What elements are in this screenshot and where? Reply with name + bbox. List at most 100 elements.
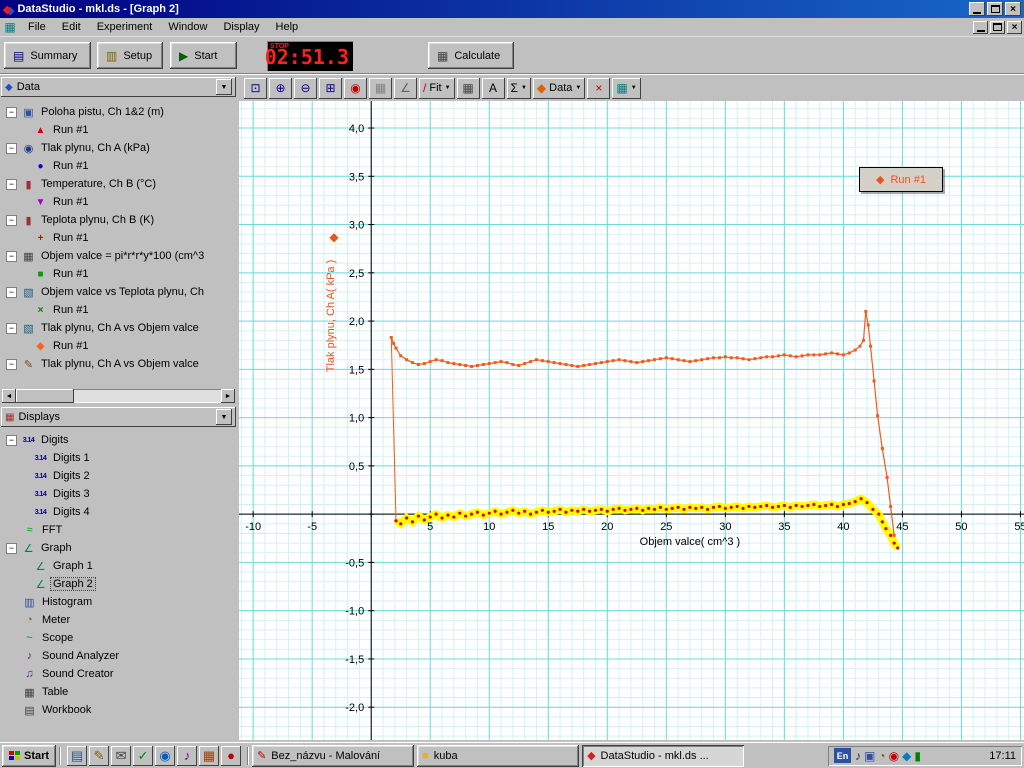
data-item-objem-valce-pi-r-r-y-100-cm-3[interactable]: −▦Objem valce = pi*r*r*y*100 (cm^3 [2, 247, 235, 265]
collapse-toggle-icon[interactable]: − [6, 435, 17, 446]
display-item-scope[interactable]: ~Scope [2, 629, 235, 647]
data-menu-button[interactable]: ◆Data▼ [533, 78, 585, 99]
language-indicator[interactable]: En [834, 748, 851, 763]
calculator-button[interactable]: ▦ [457, 78, 480, 99]
restore-button[interactable] [987, 2, 1003, 16]
tray-power-icon[interactable]: ▮ [914, 749, 921, 763]
meter-icon: ◔ [22, 614, 37, 626]
displays-panel-menu-button[interactable]: ▼ [216, 409, 232, 425]
quicklaunch-document-icon[interactable]: ✎ [89, 746, 109, 766]
menu-edit[interactable]: Edit [54, 19, 89, 35]
tray-antivirus-icon[interactable]: ◉ [889, 749, 899, 763]
collapse-toggle-icon[interactable]: − [6, 323, 17, 334]
tray-speaker-icon[interactable]: ♪ [855, 749, 861, 763]
task-kuba[interactable]: ■kuba [417, 745, 579, 767]
tray-display-icon[interactable]: ▣ [864, 749, 875, 763]
setup-button[interactable]: ▥ Setup [97, 42, 163, 69]
calculate-button[interactable]: ▦ Calculate [428, 42, 514, 69]
quicklaunch-desktop-icon[interactable]: ▤ [67, 746, 87, 766]
collapse-toggle-icon[interactable]: − [6, 143, 17, 154]
summary-button[interactable]: ▤ Summary [4, 42, 91, 69]
collapse-toggle-icon[interactable]: − [6, 287, 17, 298]
quicklaunch-browser-icon[interactable]: ◉ [155, 746, 175, 766]
display-item-meter[interactable]: ◔Meter [2, 611, 235, 629]
data-item-run-1[interactable]: ■Run #1 [2, 265, 235, 283]
zoom-out-button[interactable]: ⊖ [294, 78, 317, 99]
data-item-tlak-plynu-ch-a-vs-objem-valce[interactable]: −▧Tlak plynu, Ch A vs Objem valce [2, 319, 235, 337]
collapse-toggle-icon[interactable]: − [6, 215, 17, 226]
quicklaunch-mail-icon[interactable]: ✉ [111, 746, 131, 766]
data-item-teplota-plynu-ch-b-k[interactable]: −▮Teplota plynu, Ch B (K) [2, 211, 235, 229]
display-item-sound-analyzer[interactable]: ♪Sound Analyzer [2, 647, 235, 665]
close-button[interactable]: × [1005, 2, 1021, 16]
scroll-right-button[interactable]: ► [221, 389, 235, 403]
collapse-toggle-icon[interactable]: − [6, 543, 17, 554]
display-item-digits-2[interactable]: 3.14Digits 2 [2, 467, 235, 485]
child-close-button[interactable]: × [1007, 21, 1022, 34]
quicklaunch-check-icon[interactable]: ✓ [133, 746, 153, 766]
start-menu-button[interactable]: Start [2, 745, 56, 767]
tray-scheduler-icon[interactable]: ◔ [878, 749, 885, 763]
display-item-table[interactable]: ▦Table [2, 683, 235, 701]
data-item-run-1[interactable]: ▲Run #1 [2, 121, 235, 139]
display-item-graph-1[interactable]: ∠Graph 1 [2, 557, 235, 575]
task-datastudio-mkl-ds[interactable]: ◆DataStudio - mkl.ds ... [582, 745, 744, 767]
display-item-digits[interactable]: −3.14Digits [2, 431, 235, 449]
start-button[interactable]: ▶ Start [170, 42, 237, 69]
scroll-left-button[interactable]: ◄ [2, 389, 16, 403]
data-item-run-1[interactable]: ●Run #1 [2, 157, 235, 175]
display-item-workbook[interactable]: ▤Workbook [2, 701, 235, 719]
menu-display[interactable]: Display [215, 19, 267, 35]
statistics-menu-button[interactable]: Σ▼ [507, 78, 531, 99]
quicklaunch-tools-icon[interactable]: ▦ [199, 746, 219, 766]
zoom-select-button[interactable]: ⊞ [319, 78, 342, 99]
data-item-run-1[interactable]: ◆Run #1 [2, 337, 235, 355]
data-item-tlak-plynu-ch-a-vs-objem-valce[interactable]: −✎Tlak plynu, Ch A vs Objem valce [2, 355, 235, 373]
display-item-histogram[interactable]: ▥Histogram [2, 593, 235, 611]
data-item-tlak-plynu-ch-a-kpa[interactable]: −◉Tlak plynu, Ch A (kPa) [2, 139, 235, 157]
collapse-toggle-icon[interactable]: − [6, 179, 17, 190]
task-bez-n-zvu-malov-n[interactable]: ✎Bez_názvu - Malování [252, 745, 414, 767]
menu-file[interactable]: File [20, 19, 54, 35]
collapse-toggle-icon[interactable]: − [6, 251, 17, 262]
display-item-digits-1[interactable]: 3.14Digits 1 [2, 449, 235, 467]
quicklaunch-globe-icon[interactable]: ● [221, 746, 241, 766]
tray-update-icon[interactable]: ◆ [902, 749, 911, 763]
display-item-graph-2[interactable]: ∠Graph 2 [2, 575, 235, 593]
quicklaunch-media-icon[interactable]: ♪ [177, 746, 197, 766]
scale-to-fit-button[interactable]: ⊡ [244, 78, 267, 99]
plot-area[interactable]: -10-55101520253035404550554,03,53,02,52,… [239, 101, 1024, 740]
minimize-button[interactable] [969, 2, 985, 16]
data-item-temperature-ch-b-c[interactable]: −▮Temperature, Ch B (°C) [2, 175, 235, 193]
show-selection-button[interactable]: ▦ [369, 78, 392, 99]
collapse-toggle-icon[interactable]: − [6, 107, 17, 118]
display-item-digits-4[interactable]: 3.14Digits 4 [2, 503, 235, 521]
display-item-sound-creator[interactable]: ♫Sound Creator [2, 665, 235, 683]
fit-menu-button[interactable]: /Fit▼ [419, 78, 455, 99]
data-item-poloha-pistu-ch-1-2-m[interactable]: −▣Poloha pistu, Ch 1&2 (m) [2, 103, 235, 121]
data-item-objem-valce-vs-teplota-plynu-ch[interactable]: −▧Objem valce vs Teplota plynu, Ch [2, 283, 235, 301]
text-annotation-button[interactable]: A [482, 78, 505, 99]
data-item-run-1[interactable]: ▼Run #1 [2, 193, 235, 211]
data-item-run-1[interactable]: +Run #1 [2, 229, 235, 247]
zoom-in-button[interactable]: ⊕ [269, 78, 292, 99]
menu-help[interactable]: Help [268, 19, 307, 35]
menu-window[interactable]: Window [160, 19, 215, 35]
legend[interactable]: ◆ Run #1 [859, 167, 943, 192]
graph-settings-menu-button[interactable]: ▦▼ [612, 78, 640, 99]
slope-tool-button[interactable]: ∠ [394, 78, 417, 99]
child-restore-button[interactable] [990, 21, 1005, 34]
remove-button[interactable]: × [587, 78, 610, 99]
data-panel-menu-button[interactable]: ▼ [216, 79, 232, 95]
menu-experiment[interactable]: Experiment [89, 19, 161, 35]
display-item-graph[interactable]: −∠Graph [2, 539, 235, 557]
smart-tool-button[interactable]: ◉ [344, 78, 367, 99]
data-item-run-1[interactable]: ×Run #1 [2, 301, 235, 319]
collapse-toggle-icon[interactable]: − [6, 359, 17, 370]
display-item-digits-3[interactable]: 3.14Digits 3 [2, 485, 235, 503]
data-tree-hscrollbar[interactable]: ◄ ► [2, 389, 235, 403]
scrollbar-thumb[interactable] [16, 389, 74, 403]
display-item-fft[interactable]: ≈FFT [2, 521, 235, 539]
chevron-down-icon: ▼ [521, 85, 527, 91]
child-minimize-button[interactable] [973, 21, 988, 34]
